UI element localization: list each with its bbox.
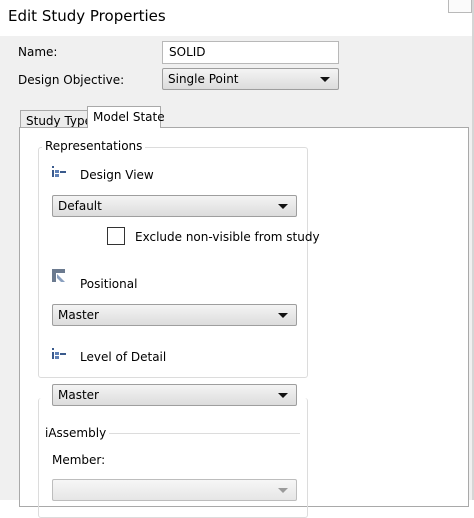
exclude-nonvisible-checkbox[interactable] <box>107 227 125 245</box>
level-of-detail-icon <box>52 348 66 359</box>
model-state-panel: Representations Design View Default Excl… <box>19 127 469 518</box>
member-label: Member: <box>52 453 106 467</box>
chevron-down-icon <box>320 77 330 82</box>
window-title: Edit Study Properties <box>8 7 166 25</box>
chevron-down-icon <box>278 204 288 209</box>
positional-icon <box>52 269 65 282</box>
tab-model-state[interactable]: Model State <box>87 106 165 128</box>
design-view-value: Default <box>58 199 102 213</box>
positional-select[interactable]: Master <box>52 304 297 326</box>
design-view-select[interactable]: Default <box>52 195 297 217</box>
exclude-nonvisible-label: Exclude non-visible from study <box>135 230 320 244</box>
tab-study-type[interactable]: Study Type <box>20 110 92 128</box>
positional-label: Positional <box>80 277 138 291</box>
name-input[interactable]: SOLID <box>162 41 339 64</box>
design-view-label: Design View <box>80 168 154 182</box>
iassembly-legend: iAssembly <box>42 426 110 440</box>
tab-study-type-label: Study Type <box>26 114 93 128</box>
name-label: Name: <box>18 45 58 59</box>
representations-group <box>38 147 308 378</box>
dialog-window: Edit Study Properties Name: SOLID Design… <box>0 0 474 518</box>
design-objective-value: Single Point <box>168 72 239 86</box>
chevron-down-icon <box>278 488 288 493</box>
design-objective-label: Design Objective: <box>18 73 125 87</box>
level-of-detail-label: Level of Detail <box>80 350 167 364</box>
title-bar[interactable]: Edit Study Properties <box>0 0 474 36</box>
close-button[interactable] <box>448 0 472 13</box>
design-view-icon <box>52 166 66 177</box>
tab-model-state-label: Model State <box>93 110 165 124</box>
chevron-down-icon <box>278 313 288 318</box>
representations-legend: Representations <box>42 139 146 153</box>
member-select[interactable] <box>52 479 297 501</box>
positional-value: Master <box>58 308 99 322</box>
design-objective-select[interactable]: Single Point <box>162 68 339 90</box>
